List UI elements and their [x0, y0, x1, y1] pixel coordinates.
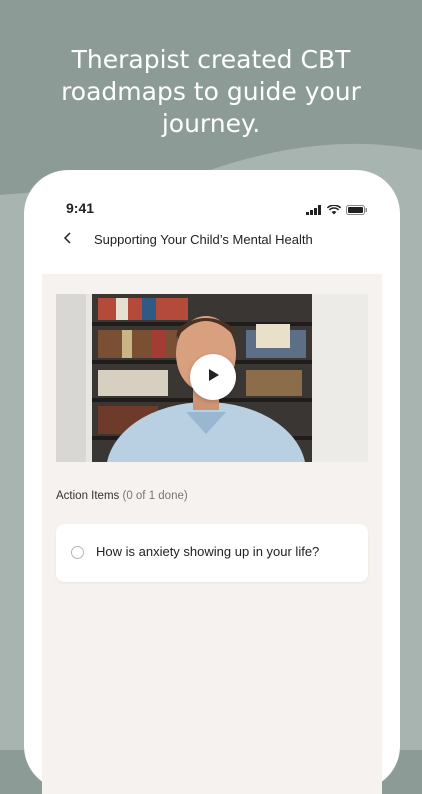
video-thumbnail[interactable] [56, 294, 368, 462]
chevron-left-icon[interactable] [60, 230, 76, 246]
play-button[interactable] [190, 354, 236, 400]
battery-icon [346, 200, 368, 219]
action-item-checkbox[interactable] [71, 546, 84, 559]
status-icons [306, 200, 368, 219]
action-item-card[interactable]: How is anxiety showing up in your life? [56, 524, 368, 582]
content-panel: Action Items (0 of 1 done) How is anxiet… [42, 274, 382, 794]
page-title: Supporting Your Child’s Mental Health [94, 232, 313, 247]
phone-frame: 9:41 Supporting Your Child’s Mental Heal… [24, 170, 400, 794]
headline: Therapist created CBT roadmaps to guide … [61, 45, 361, 138]
play-icon [205, 367, 221, 387]
action-items-label: Action Items [56, 490, 120, 502]
nav-bar: Supporting Your Child’s Mental Health [24, 226, 400, 256]
status-time: 9:41 [66, 200, 95, 216]
signal-icon [306, 200, 322, 219]
action-items-header: Action Items (0 of 1 done) [56, 490, 188, 502]
wifi-icon [326, 200, 342, 219]
action-items-count: (0 of 1 done) [122, 490, 188, 502]
action-item-text: How is anxiety showing up in your life? [96, 544, 320, 559]
